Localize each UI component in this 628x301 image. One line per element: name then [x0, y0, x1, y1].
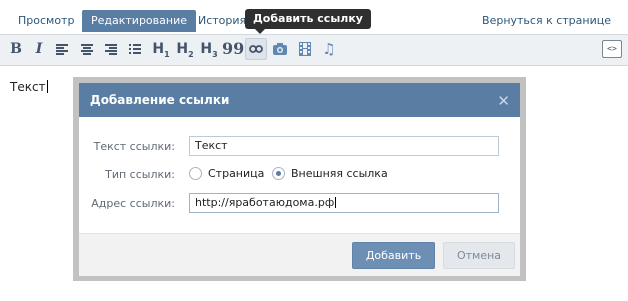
radio-external-label[interactable]: Внешняя ссылка [291, 167, 388, 180]
editor-toolbar: B I H1 H2 H3 99 ♫ <> [0, 34, 628, 66]
align-left-icon[interactable] [52, 39, 72, 59]
tab-edit[interactable]: Редактирование [82, 10, 196, 32]
radio-external[interactable] [272, 167, 285, 180]
tab-view[interactable]: Просмотр [9, 10, 83, 32]
link-text-label: Текст ссылки: [93, 140, 175, 153]
url-value: http://яработаюдома.рф [195, 196, 335, 209]
heading1-sub: 1 [164, 49, 170, 59]
heading1-label: H [152, 41, 165, 57]
align-center-icon[interactable] [77, 39, 97, 59]
heading3-label: H [200, 41, 213, 57]
url-input[interactable]: http://яработаюдома.рф [189, 193, 499, 213]
bold-button[interactable]: B [6, 39, 26, 59]
source-mode-button[interactable]: <> [602, 40, 622, 58]
quote-icon[interactable]: 99 [222, 39, 244, 59]
heading2-button[interactable]: H2 [174, 39, 196, 59]
heading2-sub: 2 [188, 49, 194, 59]
url-caret [335, 197, 337, 208]
tab-bar: Просмотр Редактирование История Вернутьс… [0, 0, 628, 34]
back-to-page-link[interactable]: Вернуться к странице [473, 10, 620, 32]
radio-page-label[interactable]: Страница [208, 167, 264, 180]
add-button[interactable]: Добавить [352, 242, 435, 269]
editor-text: Текст [10, 80, 46, 94]
heading3-sub: 3 [212, 49, 218, 59]
heading1-button[interactable]: H1 [150, 39, 172, 59]
list-icon[interactable] [125, 39, 145, 59]
link-type-label: Тип ссылки: [105, 168, 175, 181]
url-label: Адрес ссылки: [91, 197, 175, 210]
photo-icon[interactable] [270, 39, 290, 59]
add-link-dialog: Добавление ссылки ✕ Текст ссылки: Текст … [79, 83, 520, 276]
editor-content[interactable]: Текст [10, 80, 48, 94]
cancel-button[interactable]: Отмена [443, 242, 515, 269]
video-icon[interactable] [295, 39, 315, 59]
audio-icon[interactable]: ♫ [319, 39, 339, 59]
close-icon[interactable]: ✕ [497, 92, 510, 110]
text-caret [46, 80, 48, 93]
align-right-icon[interactable] [101, 39, 121, 59]
dialog-header: Добавление ссылки ✕ [79, 83, 520, 117]
radio-page[interactable] [189, 167, 202, 180]
heading3-button[interactable]: H3 [198, 39, 220, 59]
italic-button[interactable]: I [29, 39, 49, 59]
heading2-label: H [176, 41, 189, 57]
dialog-title: Добавление ссылки [90, 93, 230, 107]
add-link-tooltip: Добавить ссылку [245, 9, 371, 34]
link-text-input[interactable]: Текст [189, 136, 499, 156]
link-icon[interactable] [245, 38, 267, 60]
dialog-footer: Добавить Отмена [79, 233, 520, 276]
